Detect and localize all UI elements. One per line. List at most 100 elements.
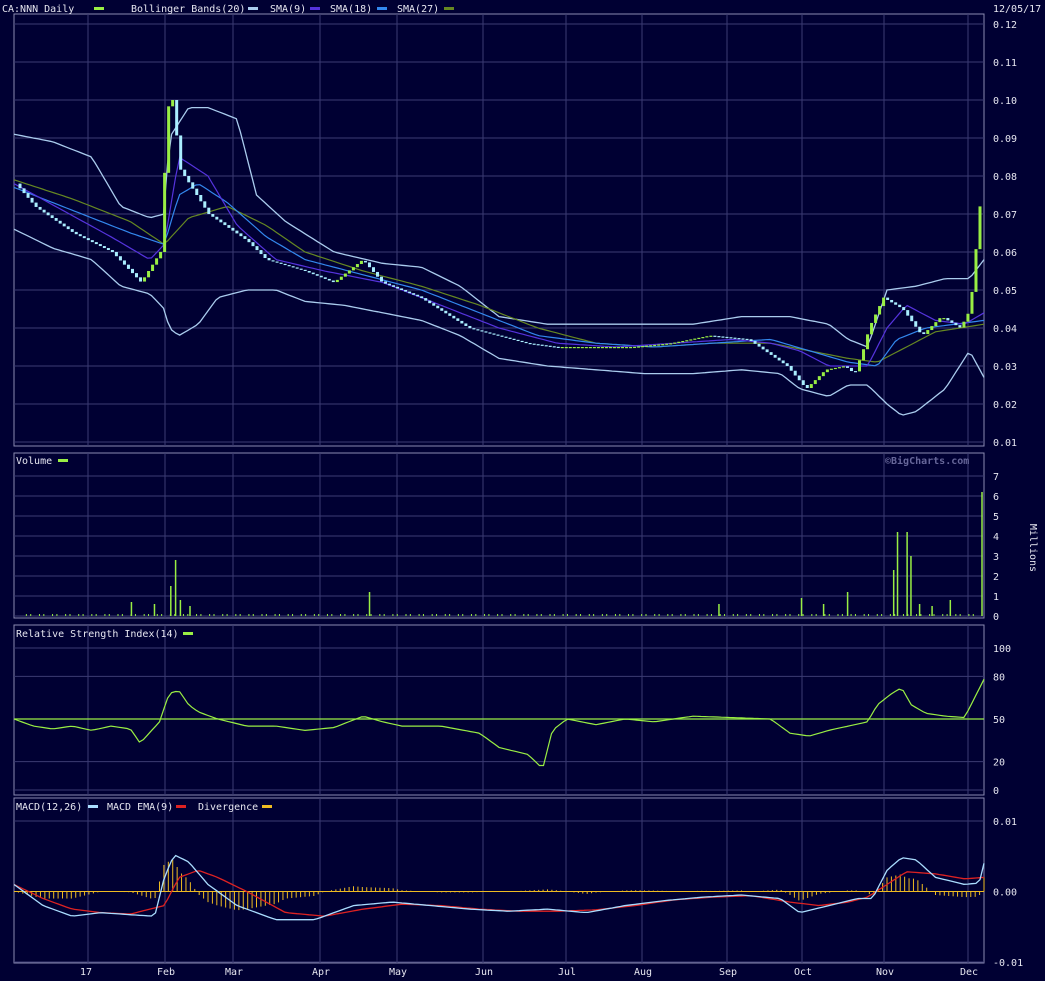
price-bar <box>721 336 725 338</box>
price-bar <box>665 343 669 345</box>
price-bar <box>701 337 705 339</box>
price-bar <box>26 193 30 198</box>
month-label: Dec <box>960 967 978 978</box>
volume-legend-swatch <box>58 459 68 462</box>
price-bar <box>833 367 837 370</box>
price-bar <box>295 267 299 269</box>
price-bar <box>114 252 118 257</box>
price-bar <box>737 338 741 340</box>
volume-tick-label: 5 <box>993 512 999 523</box>
price-bar <box>468 325 472 329</box>
macd-tick-label: -0.01 <box>993 958 1023 969</box>
macd-tick-label: 0.01 <box>993 817 1017 828</box>
rsi-legend-swatch <box>183 632 193 635</box>
price-bar <box>793 370 797 376</box>
price-bar <box>78 234 82 237</box>
price-bar <box>46 212 50 216</box>
month-label: Jul <box>558 967 576 978</box>
price-bar <box>58 220 62 224</box>
price-bar <box>677 341 681 343</box>
month-label: 17 <box>80 967 92 978</box>
price-bar <box>777 357 781 361</box>
price-bar <box>512 338 516 340</box>
price-bar <box>327 278 331 281</box>
price-bar <box>745 338 749 341</box>
price-bar <box>612 347 616 349</box>
price-bar <box>303 269 307 272</box>
price-bar <box>958 325 962 328</box>
price-bar <box>251 242 255 247</box>
price-bar <box>311 272 315 275</box>
price-bar <box>179 135 183 170</box>
price-bar <box>508 337 512 339</box>
price-bar <box>789 366 793 371</box>
price-bar <box>363 260 367 263</box>
price-bar <box>219 219 223 223</box>
price-tick-label: 0.11 <box>993 58 1017 69</box>
price-bar <box>580 347 584 349</box>
price-bar <box>781 360 785 364</box>
macd-tick-label: 0.00 <box>993 888 1017 899</box>
price-bar <box>299 268 303 270</box>
price-bar <box>412 293 416 295</box>
price-bar <box>384 281 388 284</box>
price-bar <box>371 267 375 272</box>
price-bar <box>886 297 890 300</box>
price-bar <box>167 106 171 173</box>
price-bar <box>307 271 311 273</box>
price-bar <box>255 246 259 251</box>
price-tick-label: 0.12 <box>993 20 1017 31</box>
price-tick-label: 0.10 <box>993 96 1017 107</box>
price-bar <box>452 315 456 319</box>
price-bar <box>898 304 902 308</box>
price-bar <box>757 343 761 347</box>
price-bar <box>118 256 122 261</box>
price-bar <box>765 349 769 353</box>
legend-bollinger: Bollinger Bands(20) <box>131 4 245 15</box>
legend-sma27: SMA(27) <box>397 4 439 15</box>
price-bar <box>608 347 612 349</box>
price-bar <box>319 275 323 278</box>
price-bar <box>50 215 54 219</box>
price-bar <box>432 303 436 306</box>
price-bar <box>697 337 701 340</box>
price-bar <box>22 188 26 194</box>
price-bar <box>938 318 942 323</box>
price-bar <box>592 347 596 349</box>
price-bar <box>914 321 918 327</box>
price-bar <box>825 369 829 373</box>
price-tick-label: 0.07 <box>993 210 1017 221</box>
price-bar <box>102 246 106 249</box>
rsi-tick-label: 80 <box>993 672 1005 683</box>
price-bar <box>408 291 412 294</box>
price-bar <box>817 376 821 381</box>
price-bar <box>878 306 882 315</box>
price-bar <box>480 330 484 332</box>
price-panel-frame <box>13 13 985 447</box>
price-bar <box>532 343 536 345</box>
volume-tick-label: 2 <box>993 572 999 583</box>
price-bar <box>259 250 263 255</box>
price-bar <box>617 347 620 349</box>
price-bar <box>709 335 713 337</box>
price-bar <box>380 276 384 282</box>
price-bar <box>645 345 649 347</box>
price-bar <box>106 248 110 251</box>
price-bar <box>130 268 134 274</box>
price-bar <box>785 363 789 366</box>
price-bar <box>950 320 954 323</box>
price-bar <box>195 188 199 195</box>
macd-title: MACD(12,26) <box>16 802 82 813</box>
price-bar <box>110 250 114 252</box>
price-bar <box>978 206 982 250</box>
price-bar <box>211 214 215 217</box>
price-bar <box>870 322 874 335</box>
price-bar <box>653 344 657 347</box>
price-bar <box>584 347 588 349</box>
price-bar <box>837 367 841 369</box>
legend-sma18: SMA(18) <box>330 4 372 15</box>
price-bar <box>66 226 70 230</box>
price-bar <box>813 380 817 385</box>
stock-chart: 0.12 0.11 0.10 0.09 0.08 0.07 0.06 0.05 0.04 0.03… <box>0 0 1045 981</box>
price-bar <box>862 349 866 361</box>
